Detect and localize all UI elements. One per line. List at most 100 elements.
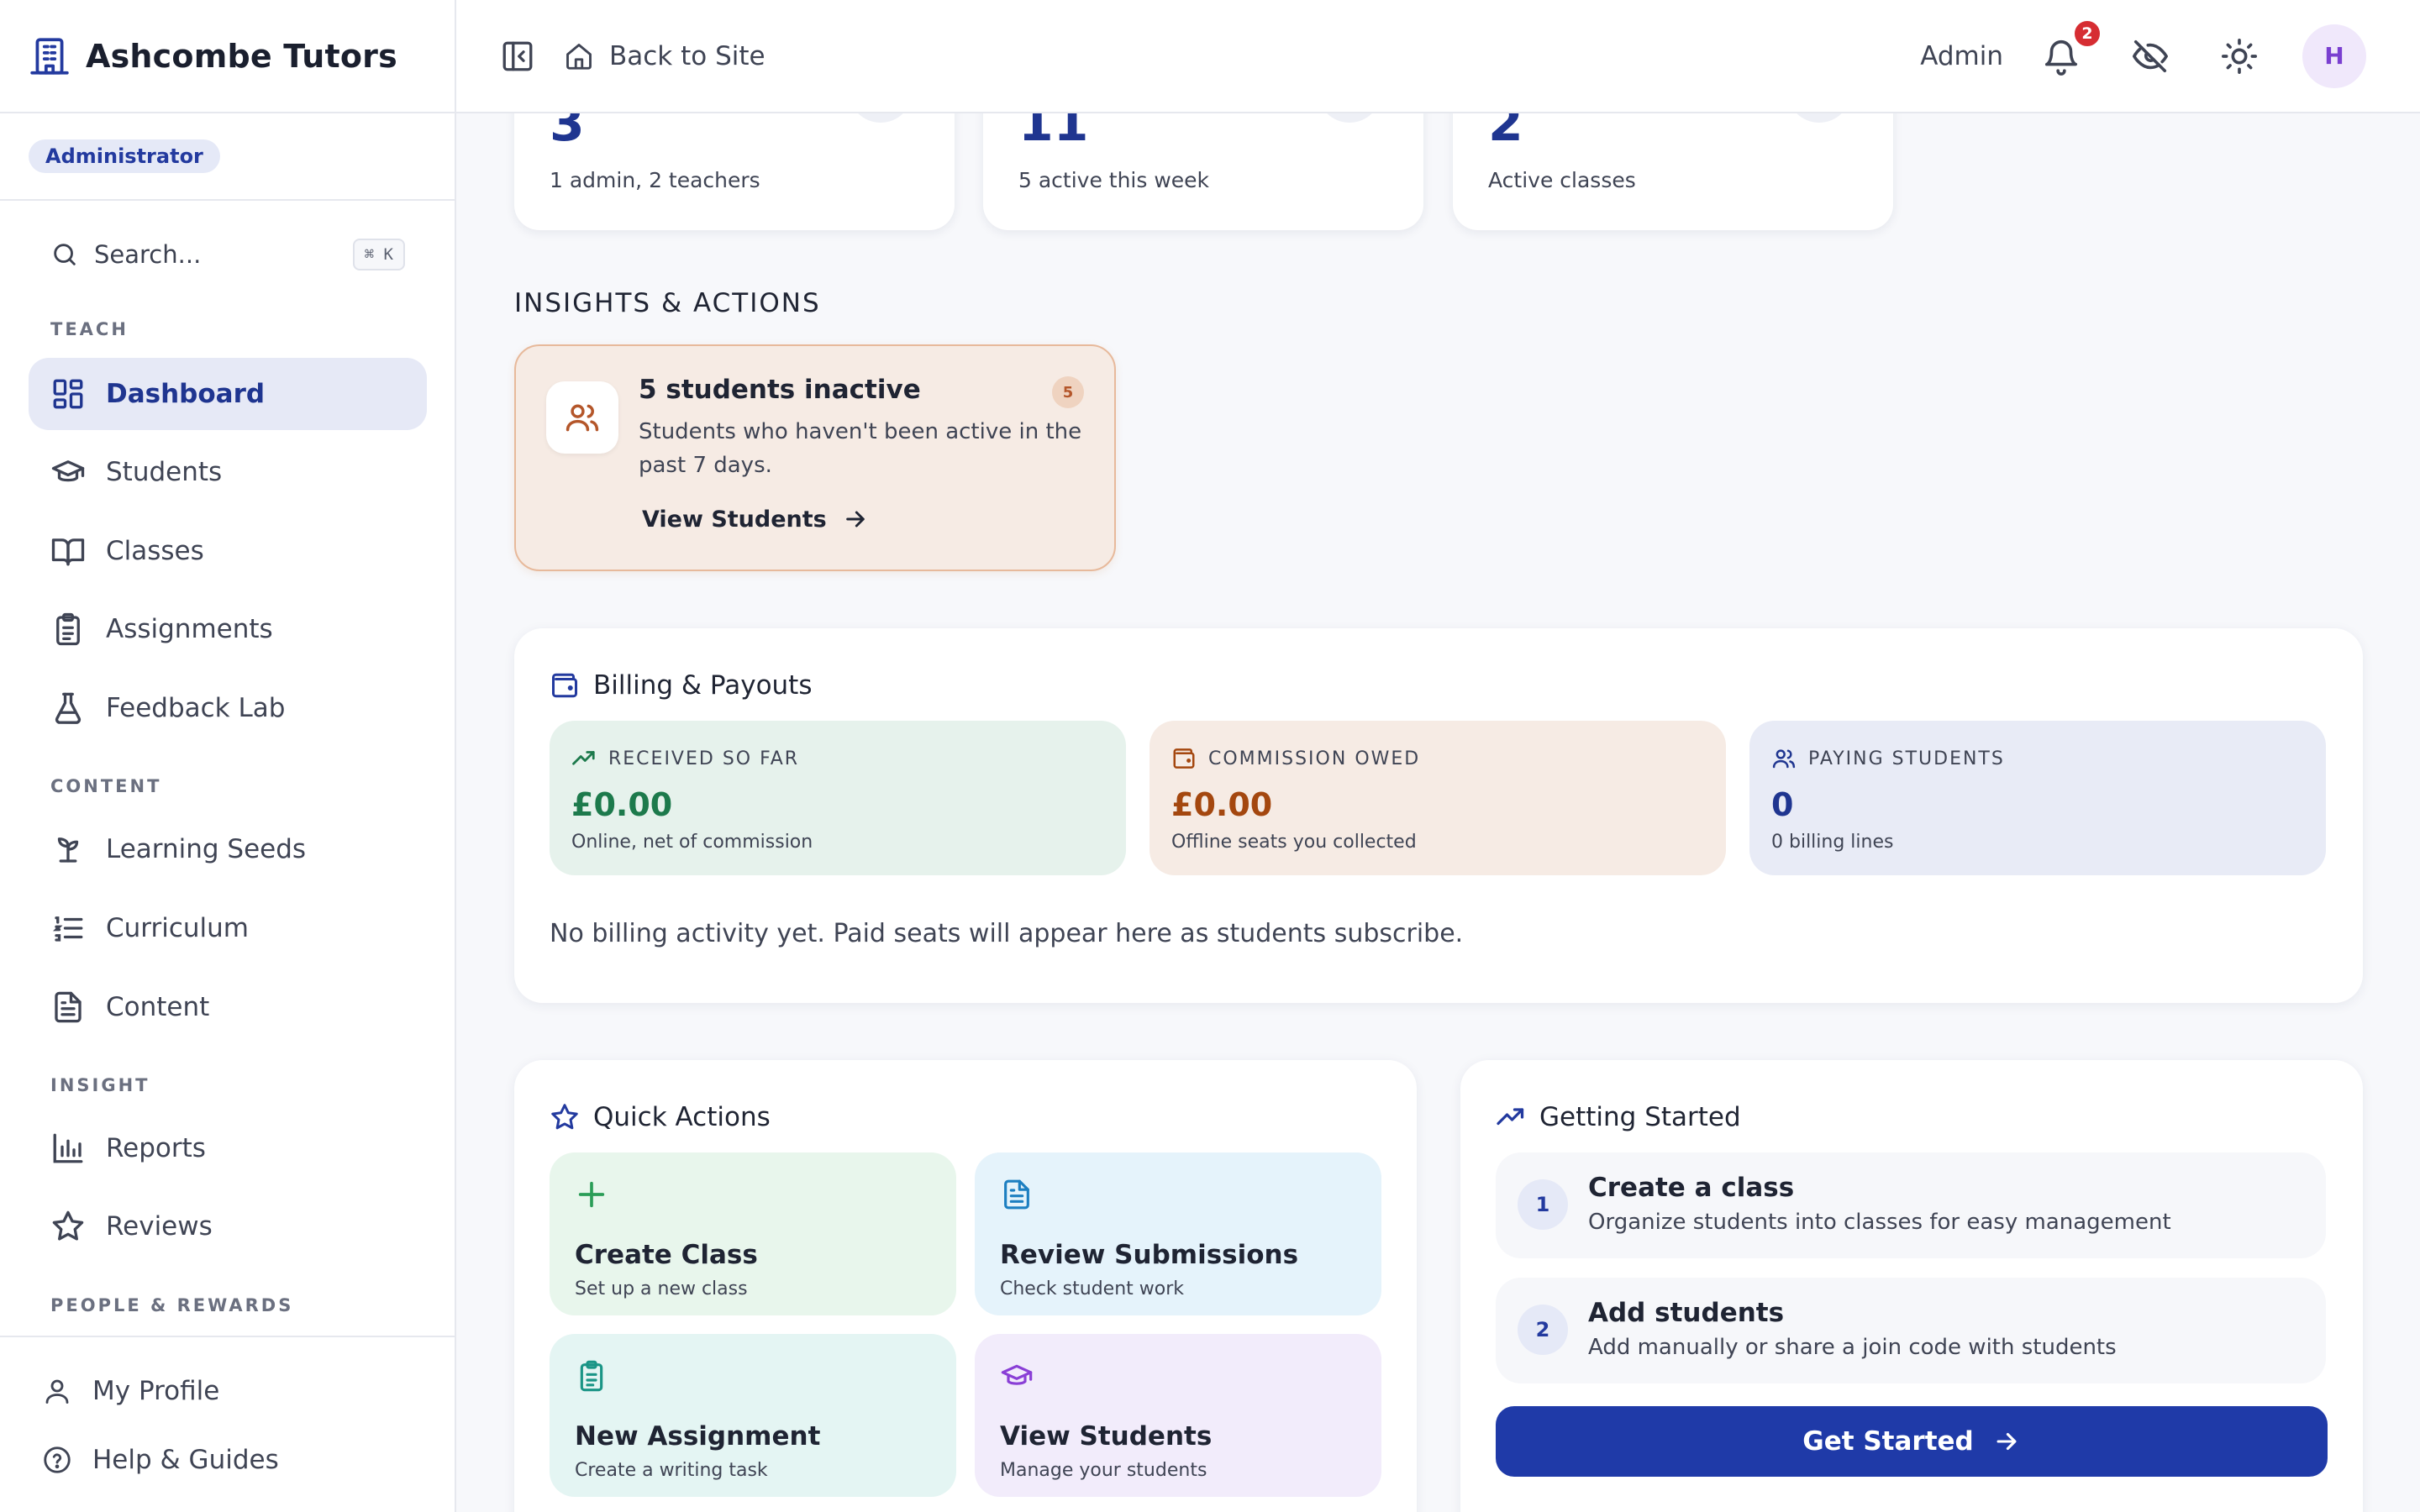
sidebar-item-assignments[interactable]: Assignments (29, 593, 427, 665)
sidebar-item-learning-seeds[interactable]: Learning Seeds (29, 813, 427, 885)
sidebar-item-label: Classes (106, 536, 204, 566)
insight-count-badge: 5 (1052, 376, 1084, 408)
graduation-cap-icon (51, 460, 85, 482)
tile-label: COMMISSION OWED (1208, 748, 1421, 769)
wallet-icon (1173, 748, 1195, 769)
dashboard-grid-icon (53, 379, 83, 409)
role-row: Administrator (0, 113, 455, 201)
users-icon (1772, 749, 1796, 769)
quick-action-create-class[interactable]: Create Class Set up a new class (550, 1152, 956, 1315)
quick-action-title: Review Submissions (1000, 1240, 1299, 1270)
quick-action-new-assignment[interactable]: New Assignment Create a writing task (550, 1334, 956, 1497)
avatar[interactable]: H (2302, 24, 2366, 88)
step-description: Organize students into classes for easy … (1588, 1210, 2171, 1235)
insight-title: 5 students inactive (639, 375, 921, 405)
insights-section-title: INSIGHTS & ACTIONS (514, 288, 821, 318)
sidebar-item-label: Reviews (106, 1211, 213, 1242)
sidebar-item-label: Reports (106, 1133, 206, 1163)
quick-action-view-students[interactable]: View Students Manage your students (975, 1334, 1381, 1497)
get-started-label: Get Started (1802, 1426, 1974, 1457)
tile-subtitle: 0 billing lines (1771, 832, 1894, 853)
role-badge: Administrator (29, 139, 220, 173)
sidebar-item-help-guides[interactable]: Help & Guides (42, 1435, 279, 1485)
clipboard-list-icon (56, 612, 80, 646)
star-icon (52, 1210, 84, 1241)
wallet-icon (552, 673, 577, 698)
quick-action-subtitle: Manage your students (1000, 1460, 1207, 1481)
sidebar-item-label: Students (106, 457, 223, 487)
quick-action-subtitle: Check student work (1000, 1278, 1185, 1299)
arrow-right-icon (1996, 1432, 2017, 1451)
sidebar-item-label: My Profile (92, 1376, 220, 1406)
search-icon (54, 244, 76, 265)
quick-actions-title: Quick Actions (593, 1102, 771, 1132)
sidebar-item-students[interactable]: Students (29, 436, 427, 508)
quick-actions-header: Quick Actions (550, 1102, 771, 1132)
sidebar-item-dashboard[interactable]: Dashboard (29, 358, 427, 430)
user-role-label: Admin (1920, 40, 2003, 71)
sidebar-item-reports[interactable]: Reports (29, 1112, 427, 1184)
sidebar-item-content[interactable]: Content (29, 971, 427, 1043)
trending-up-icon (572, 751, 595, 765)
step-title: Add students (1588, 1298, 1785, 1328)
tile-subtitle: Online, net of commission (571, 832, 813, 853)
list-ordered-icon (52, 916, 83, 942)
quick-action-subtitle: Set up a new class (575, 1278, 748, 1299)
sidebar-item-reviews[interactable]: Reviews (29, 1190, 427, 1263)
bar-chart-icon (53, 1133, 83, 1163)
view-students-link[interactable]: View Students (642, 506, 869, 533)
brand[interactable]: Ashcombe Tutors (0, 0, 455, 113)
search-label: Search... (94, 240, 202, 269)
quick-action-review-submissions[interactable]: Review Submissions Check student work (975, 1152, 1381, 1315)
help-circle-icon (44, 1446, 71, 1473)
toggle-visibility-button[interactable] (2131, 37, 2170, 76)
getting-started-title: Getting Started (1539, 1102, 1741, 1132)
section-label-insight: INSIGHT (50, 1075, 150, 1095)
getting-started-header: Getting Started (1496, 1102, 1741, 1132)
sidebar-item-label: Content (106, 992, 210, 1022)
back-to-site-link[interactable]: Back to Site (564, 41, 765, 71)
tile-label: RECEIVED SO FAR (608, 748, 800, 769)
sidebar-item-classes[interactable]: Classes (29, 515, 427, 587)
billing-tile-commission: COMMISSION OWED £0.00 Offline seats you … (1150, 721, 1726, 875)
get-started-button[interactable]: Get Started (1496, 1406, 2328, 1477)
notifications-button[interactable]: 2 (2042, 18, 2102, 76)
insight-card-inactive-students: 5 students inactive 5 Students who haven… (514, 344, 1116, 571)
sidebar-item-label: Feedback Lab (106, 693, 286, 723)
sidebar: Ashcombe Tutors Administrator Search... … (0, 0, 456, 1512)
stat-subtitle: 5 active this week (1018, 168, 1210, 192)
step-title: Create a class (1588, 1173, 1795, 1203)
flask-icon (55, 692, 82, 724)
search-button[interactable]: Search... ⌘ K (29, 227, 407, 282)
sidebar-item-curriculum[interactable]: Curriculum (29, 892, 427, 964)
sidebar-item-label: Dashboard (106, 379, 266, 409)
sidebar-item-feedback-lab[interactable]: Feedback Lab (29, 672, 427, 744)
quick-action-title: New Assignment (575, 1421, 821, 1452)
document-icon (1004, 1179, 1029, 1210)
section-label-people-rewards: PEOPLE & REWARDS (50, 1295, 294, 1315)
sidebar-item-label: Learning Seeds (106, 834, 307, 864)
arrow-right-icon (845, 511, 865, 528)
eye-off-icon (2133, 39, 2168, 72)
tile-subtitle: Offline seats you collected (1171, 832, 1417, 853)
billing-panel-header: Billing & Payouts (550, 670, 813, 701)
view-students-link-label: View Students (642, 506, 827, 533)
sidebar-item-my-profile[interactable]: My Profile (42, 1366, 219, 1416)
getting-started-step: 2 Add students Add manually or share a j… (1496, 1278, 2326, 1383)
theme-toggle-button[interactable] (2220, 37, 2259, 76)
sidebar-toggle-icon[interactable] (500, 39, 535, 74)
sidebar-item-label: Assignments (106, 614, 273, 644)
billing-empty-note: No billing activity yet. Paid seats will… (550, 919, 1464, 948)
sprout-icon (57, 837, 79, 863)
stat-subtitle: 1 admin, 2 teachers (550, 168, 760, 192)
tile-value: 0 (1771, 786, 1794, 823)
quick-action-title: View Students (1000, 1421, 1213, 1452)
plus-icon (578, 1181, 605, 1208)
graduation-cap-icon (1001, 1364, 1033, 1385)
back-to-site-label: Back to Site (609, 40, 765, 71)
topbar: Back to Site Admin 2 H (456, 0, 2420, 113)
quick-action-title: Create Class (575, 1240, 758, 1270)
clipboard-icon (580, 1360, 603, 1392)
billing-panel-title: Billing & Payouts (593, 670, 813, 701)
tile-header: RECEIVED SO FAR (571, 746, 799, 771)
